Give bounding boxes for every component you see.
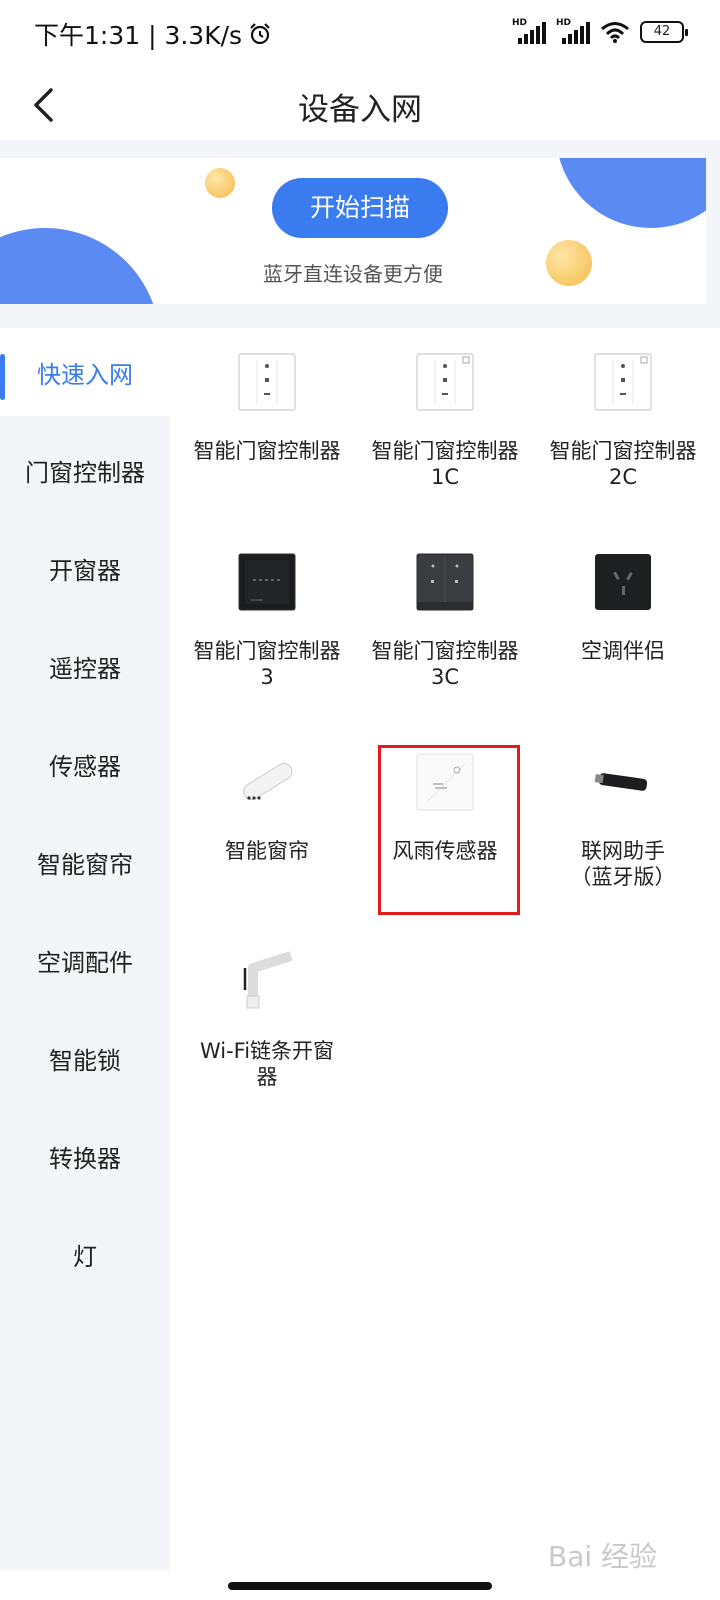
decor-dot-small: [205, 168, 235, 198]
white-switch-panel-icon: [238, 353, 296, 411]
ac-socket-icon: [595, 554, 651, 610]
alarm-icon: [250, 23, 270, 45]
device-item[interactable]: 智能门窗控制器 3: [178, 550, 356, 750]
category-sidebar: 快速入网 门窗控制器 开窗器 遥控器 传感器 智能窗帘 空调配件 智能锁 转换器…: [0, 328, 170, 1570]
home-indicator[interactable]: [228, 1582, 492, 1590]
baidu-watermark: Bai 经验: [548, 1540, 658, 1573]
sidebar-item-sensor[interactable]: 传感器: [0, 720, 170, 808]
device-item[interactable]: 联网助手 （蓝牙版）: [534, 750, 712, 950]
device-label: 空调伴侣: [581, 639, 665, 663]
device-label: 智能门窗控制器 3: [193, 639, 341, 689]
device-label: 智能门窗控制器 2C: [549, 439, 697, 489]
status-time-speed: 下午1:31 | 3.3K/s: [34, 21, 243, 50]
device-label: 联网助手 （蓝牙版）: [570, 839, 676, 889]
device-label: 智能门窗控制器 3C: [371, 639, 519, 689]
device-item[interactable]: Wi-Fi链条开窗 器: [178, 950, 356, 1150]
nav-bar: 设备入网: [0, 70, 720, 140]
banner-subtitle: 蓝牙直连设备更方便: [263, 262, 443, 286]
device-label: 智能门窗控制器 1C: [371, 439, 519, 489]
device-item[interactable]: 智能窗帘: [178, 750, 356, 950]
sidebar-item-remote[interactable]: 遥控器: [0, 622, 170, 710]
usb-dongle-icon: [594, 773, 648, 791]
gray-switch-panel-icon: [416, 553, 474, 611]
sidebar-item-quick-pair[interactable]: 快速入网: [0, 328, 170, 416]
sidebar-item-ac-accessory[interactable]: 空调配件: [0, 916, 170, 1004]
device-label: 智能窗帘: [225, 839, 309, 863]
device-item[interactable]: 智能门窗控制器: [178, 350, 356, 550]
page-title: 设备入网: [298, 92, 422, 128]
decor-blob-right: [556, 158, 706, 228]
device-label: 智能门窗控制器: [193, 439, 341, 463]
device-item[interactable]: 空调伴侣: [534, 550, 712, 750]
status-left: 下午1:31 | 3.3K/s: [34, 16, 272, 52]
device-item[interactable]: 智能门窗控制器 1C: [356, 350, 534, 550]
banner-section: 开始扫描 蓝牙直连设备更方便: [0, 140, 720, 328]
chain-window-opener-icon: [243, 951, 293, 1009]
sidebar-item-smart-lock[interactable]: 智能锁: [0, 1014, 170, 1102]
black-screen-panel-icon: [238, 553, 296, 611]
device-item[interactable]: 智能门窗控制器 2C: [534, 350, 712, 550]
sidebar-item-converter[interactable]: 转换器: [0, 1112, 170, 1200]
wifi-icon: [601, 22, 629, 43]
sidebar-item-smart-curtain[interactable]: 智能窗帘: [0, 818, 170, 906]
sidebar-item-door-window-controller[interactable]: 门窗控制器: [0, 426, 170, 514]
signal-icon-2: HD: [556, 18, 590, 46]
highlight-box: [378, 745, 520, 915]
status-right: HD HD 42: [512, 18, 688, 46]
white-switch-panel-2c-icon: [594, 353, 652, 411]
device-label: Wi-Fi链条开窗 器: [199, 1039, 335, 1089]
signal-icon-1: HD: [512, 18, 546, 46]
curtain-motor-icon: [243, 762, 293, 801]
banner: 开始扫描 蓝牙直连设备更方便: [0, 158, 706, 304]
white-switch-panel-1c-icon: [416, 353, 474, 411]
battery-icon: 42: [640, 21, 688, 43]
sidebar-item-window-opener[interactable]: 开窗器: [0, 524, 170, 612]
device-item[interactable]: 智能门窗控制器 3C: [356, 550, 534, 750]
status-bar: 下午1:31 | 3.3K/s HD HD 42: [0, 0, 720, 70]
start-scan-button[interactable]: 开始扫描: [272, 178, 448, 238]
sidebar-item-light[interactable]: 灯: [0, 1210, 170, 1298]
